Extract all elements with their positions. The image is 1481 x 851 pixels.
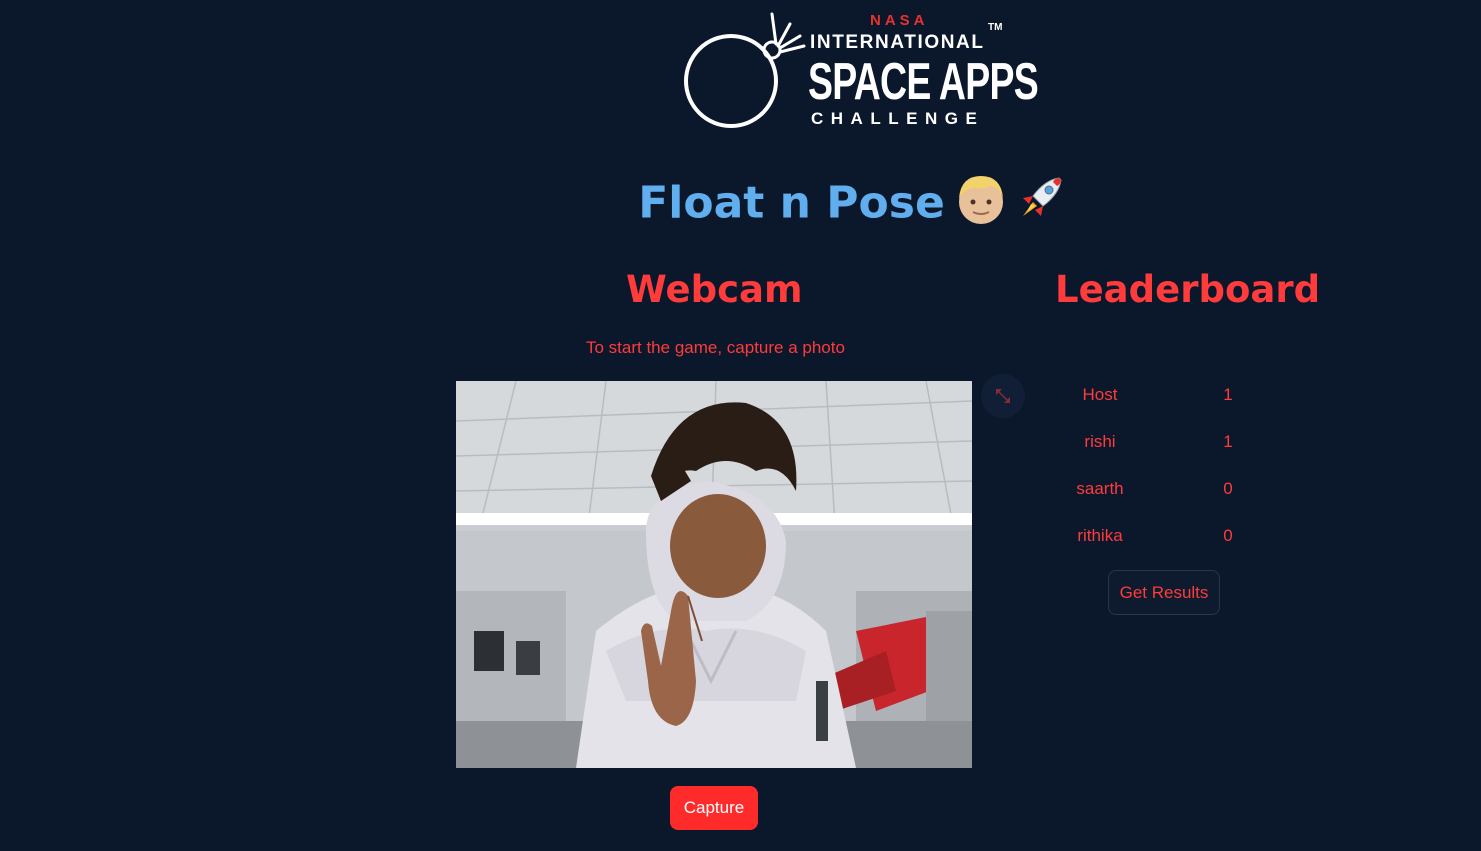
expand-arrows-icon [996,389,1010,403]
player-score: 0 [1223,479,1233,498]
player-score: 1 [1223,432,1233,451]
page-title: Float n Pose [0,172,1481,239]
player-name: Host [1082,385,1118,404]
leaderboard-row: rishi 1 [1046,432,1276,456]
leaderboard-row: rithika 0 [1046,526,1276,550]
logo-space-apps-text: SPACE APPS [808,53,1039,111]
webcam-feed [456,381,972,768]
space-apps-logo: NASA TM INTERNATIONAL SPACE APPS CHALLEN… [680,8,1039,136]
logo-nasa-text: NASA [870,12,929,29]
fullscreen-button[interactable] [981,374,1025,418]
page-title-text: Float n Pose [638,177,945,229]
logo-international-text: INTERNATIONAL [810,32,985,53]
capture-instruction: To start the game, capture a photo [586,338,845,357]
player-score: 0 [1223,526,1233,545]
leaderboard-heading: Leaderboard [1055,268,1321,311]
logo-comet-icon [762,12,806,60]
title-emoji [955,172,1067,239]
get-results-button[interactable]: Get Results [1108,570,1220,615]
logo-trademark: TM [988,22,1003,33]
capture-button[interactable]: Capture [670,786,758,830]
leaderboard-row: saarth 0 [1046,479,1276,503]
webcam-photo [456,381,972,768]
webcam-heading: Webcam [626,268,803,311]
player-score: 1 [1223,385,1233,404]
app-page: NASA TM INTERNATIONAL SPACE APPS CHALLEN… [0,0,1481,851]
player-name: saarth [1076,479,1124,498]
player-name: rishi [1084,432,1116,451]
logo-challenge-text: CHALLENGE [811,109,985,128]
player-name: rithika [1077,526,1123,545]
leaderboard-row: Host 1 [1046,385,1276,409]
person-rocket-emoji-icon [958,176,1062,224]
